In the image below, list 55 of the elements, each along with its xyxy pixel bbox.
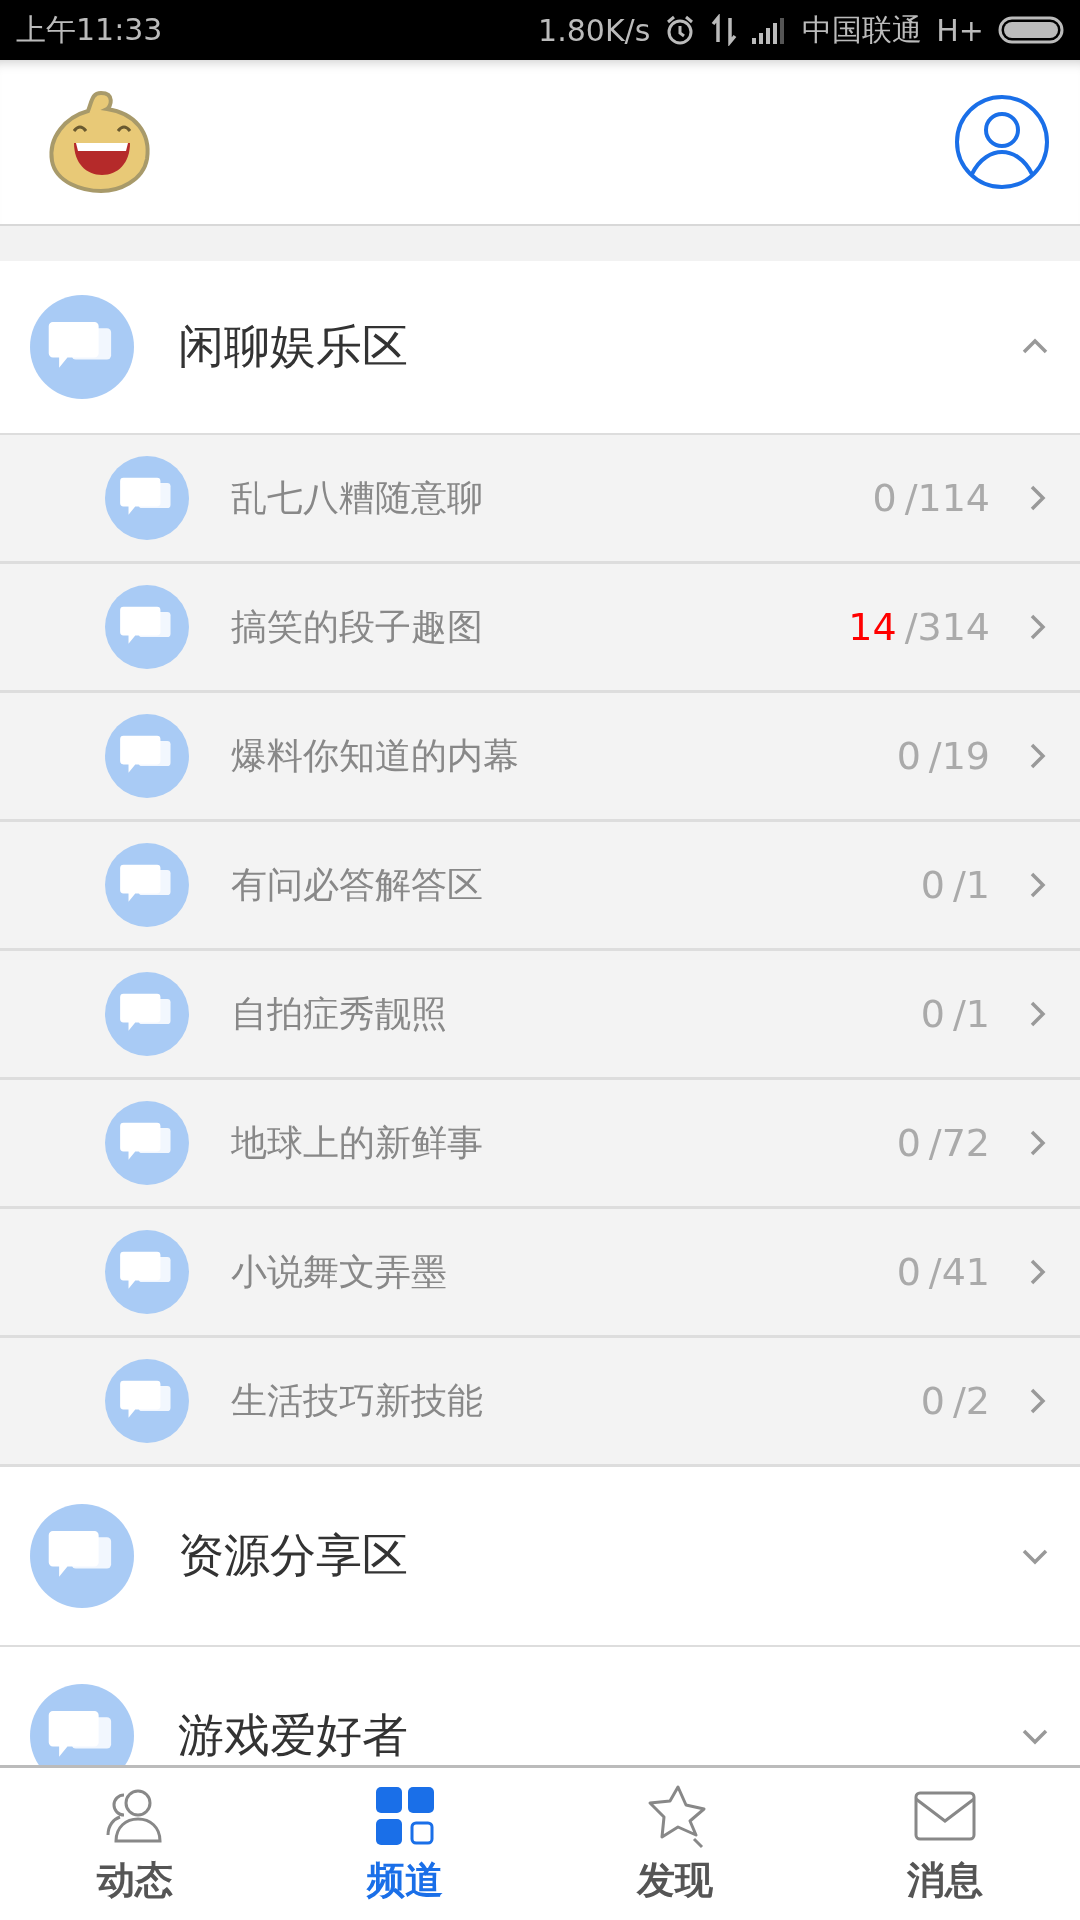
new-post-count: 0 xyxy=(920,1379,945,1423)
new-post-count: 14 xyxy=(848,605,897,649)
network-speed: 1.80K/s xyxy=(538,12,651,48)
tab-bar-item[interactable]: 消息 xyxy=(810,1768,1080,1920)
forum-name: 有问必答解答区 xyxy=(231,862,484,907)
chat-bubble-icon xyxy=(105,714,189,798)
total-post-count: /2 xyxy=(953,1379,990,1423)
chat-bubble-icon xyxy=(30,1504,134,1608)
battery-icon xyxy=(998,16,1064,44)
forum-section-header[interactable]: 资源分享区 xyxy=(0,1467,1080,1647)
total-post-count: /114 xyxy=(904,476,990,520)
tab-label: 消息 xyxy=(907,1856,983,1904)
forum-section-header[interactable]: 游戏爱好者 xyxy=(0,1647,1080,1765)
new-post-count: 0 xyxy=(896,1121,921,1165)
section-title: 资源分享区 xyxy=(178,1527,409,1584)
chat-bubble-icon xyxy=(105,972,189,1056)
tab-bar-item[interactable]: 频道 xyxy=(270,1768,540,1920)
tab-label: 频道 xyxy=(367,1856,443,1904)
status-time: 上午11:33 xyxy=(16,10,163,49)
forum-name: 搞笑的段子趣图 xyxy=(231,604,484,649)
new-post-count: 0 xyxy=(896,734,921,778)
total-post-count: /41 xyxy=(928,1250,990,1294)
chat-bubble-icon xyxy=(105,1230,189,1314)
chat-bubble-icon xyxy=(105,843,189,927)
total-post-count: /72 xyxy=(928,1121,990,1165)
total-post-count: /1 xyxy=(953,992,990,1036)
chat-bubble-icon xyxy=(105,456,189,540)
total-post-count: /19 xyxy=(928,734,990,778)
section-title: 闲聊娱乐区 xyxy=(178,318,409,375)
forum-section-header[interactable]: 闲聊娱乐区 xyxy=(0,261,1080,435)
chat-bubble-icon xyxy=(105,1101,189,1185)
new-post-count: 0 xyxy=(920,863,945,907)
chat-bubble-icon xyxy=(30,295,134,399)
tab-label: 发现 xyxy=(637,1856,713,1904)
total-post-count: /1 xyxy=(953,863,990,907)
forum-name: 地球上的新鲜事 xyxy=(231,1120,484,1165)
network-type: H+ xyxy=(936,12,984,48)
forum-name: 小说舞文弄墨 xyxy=(231,1249,448,1294)
section-title: 游戏爱好者 xyxy=(178,1707,409,1764)
total-post-count: /314 xyxy=(904,605,990,649)
forum-name: 自拍症秀靓照 xyxy=(231,991,448,1036)
forum-name: 生活技巧新技能 xyxy=(231,1378,484,1423)
chat-bubble-icon xyxy=(105,585,189,669)
data-arrows-icon xyxy=(710,14,739,46)
tab-bar-item[interactable]: 动态 xyxy=(0,1768,270,1920)
user-avatar-icon[interactable] xyxy=(954,94,1050,190)
new-post-count: 0 xyxy=(896,1250,921,1294)
chat-bubble-icon xyxy=(105,1359,189,1443)
new-post-count: 0 xyxy=(872,476,897,520)
new-post-count: 0 xyxy=(920,992,945,1036)
tab-label: 动态 xyxy=(97,1856,173,1904)
forum-name: 爆料你知道的内幕 xyxy=(231,733,520,778)
tab-bar-item[interactable]: 发现 xyxy=(540,1768,810,1920)
carrier-name: 中国联通 xyxy=(802,10,923,49)
forum-name: 乱七八糟随意聊 xyxy=(231,475,484,520)
